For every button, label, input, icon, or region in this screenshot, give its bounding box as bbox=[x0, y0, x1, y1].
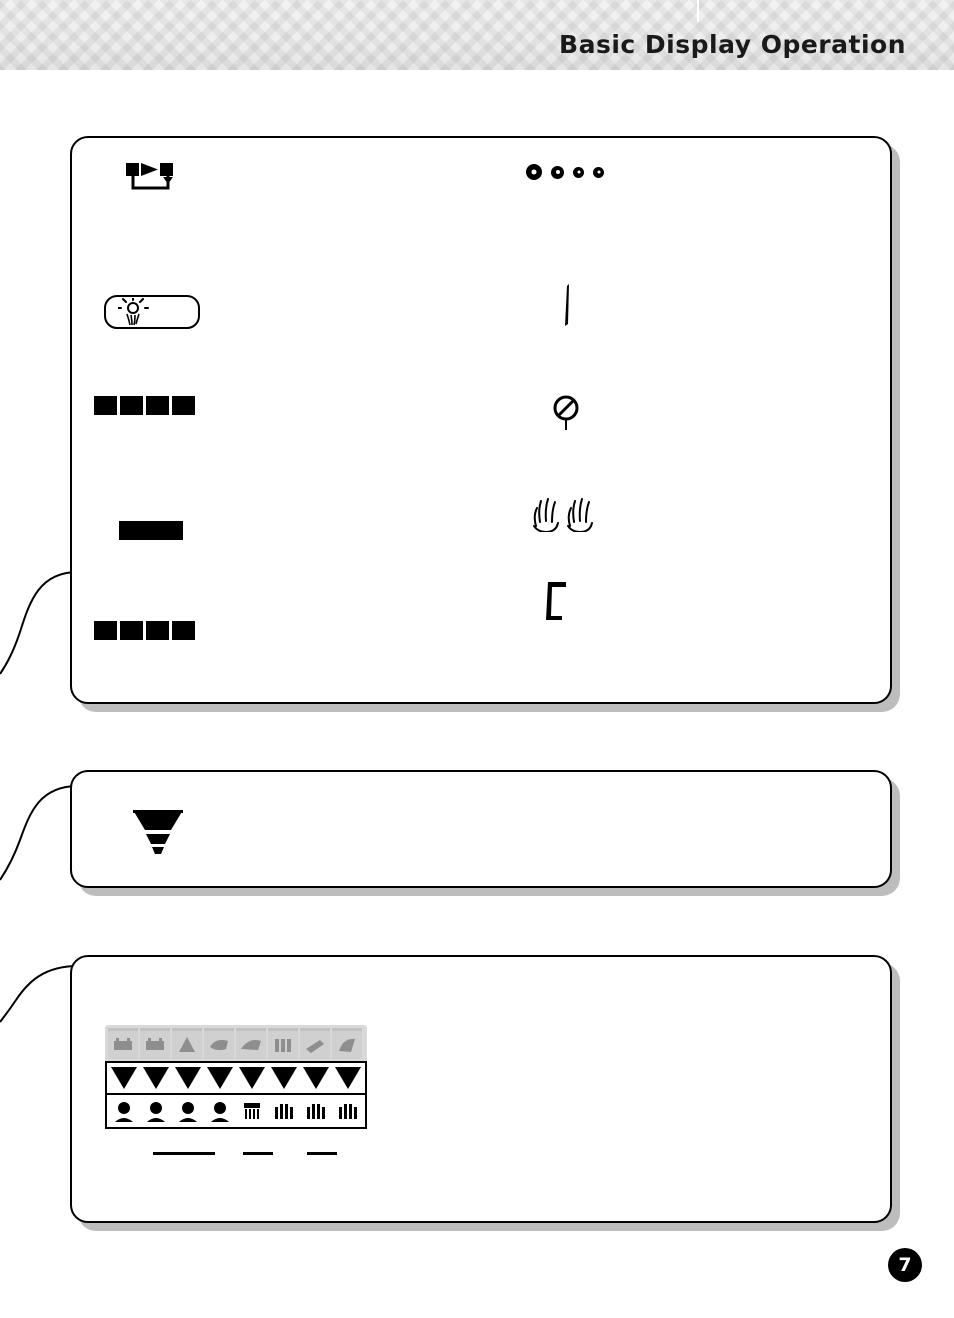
grid-header-cell bbox=[140, 1028, 170, 1059]
lcd-segment bbox=[172, 396, 195, 415]
lcd-segment bbox=[120, 621, 143, 640]
lcd-segment bbox=[94, 621, 117, 640]
grid-header-cell bbox=[300, 1028, 330, 1059]
callout-curve-top bbox=[0, 571, 79, 675]
grid-header-cell bbox=[108, 1028, 138, 1059]
dot-small bbox=[573, 166, 584, 178]
bracket-c-glyph bbox=[540, 578, 572, 629]
grid-middle-cell bbox=[237, 1065, 267, 1091]
grid-header-cell bbox=[236, 1028, 266, 1059]
grid-bottom-cell bbox=[301, 1097, 331, 1125]
grid-bottom-cell bbox=[237, 1097, 267, 1125]
grid-header-cell bbox=[268, 1028, 298, 1059]
grid-middle-cell bbox=[109, 1065, 139, 1091]
lcd-segment bbox=[172, 621, 195, 640]
lighted-key-glyph bbox=[117, 296, 158, 333]
lcd-segment bbox=[94, 396, 117, 415]
grid-header-cell bbox=[204, 1028, 234, 1059]
trapezoid-bar bbox=[335, 1067, 361, 1089]
funnel-panel bbox=[70, 770, 892, 888]
trapezoid-bar bbox=[207, 1067, 233, 1089]
grid-middle-cell bbox=[205, 1065, 235, 1091]
lcd-four-block-icon-2 bbox=[94, 621, 195, 640]
repeat-icon bbox=[124, 160, 180, 194]
trapezoid-bar bbox=[175, 1067, 201, 1089]
grid-middle-cell bbox=[301, 1065, 331, 1091]
page-number-badge: 7 bbox=[888, 1248, 922, 1282]
grid-middle-cell bbox=[333, 1065, 363, 1091]
grid-bottom-cell bbox=[141, 1097, 171, 1125]
trapezoid-bar bbox=[111, 1067, 137, 1089]
dot-medium bbox=[551, 165, 564, 179]
grid-middle-cell bbox=[141, 1065, 171, 1091]
trapezoid-bar bbox=[303, 1067, 329, 1089]
grid-underline-3 bbox=[307, 1152, 337, 1155]
numeral-one-glyph bbox=[556, 282, 580, 333]
trapezoid-bar bbox=[239, 1067, 265, 1089]
page-title: Basic Display Operation bbox=[559, 30, 906, 59]
grid-middle-cell bbox=[173, 1065, 203, 1091]
grid-bottom-row bbox=[105, 1093, 367, 1129]
lcd-four-block-icon bbox=[94, 396, 195, 415]
lcd-wide-block-icon bbox=[119, 521, 183, 540]
page-header-band: Basic Display Operation bbox=[0, 0, 954, 74]
grid-middle-row bbox=[105, 1061, 367, 1093]
grid-bottom-cell bbox=[269, 1097, 299, 1125]
two-hands-glyph bbox=[530, 492, 600, 537]
grid-header-cell bbox=[332, 1028, 362, 1059]
display-indicators-panel bbox=[70, 136, 892, 704]
callout-curve-middle bbox=[0, 785, 79, 881]
trapezoid-bar bbox=[271, 1067, 297, 1089]
lcd-segment bbox=[120, 396, 143, 415]
grid-header-cell bbox=[172, 1028, 202, 1059]
no-entry-glyph bbox=[551, 394, 581, 439]
grid-bottom-cell bbox=[333, 1097, 363, 1125]
grid-header-row bbox=[105, 1025, 367, 1061]
grid-middle-cell bbox=[269, 1065, 299, 1091]
header-divider bbox=[697, 0, 699, 22]
grid-underline-1 bbox=[153, 1152, 215, 1155]
grid-bottom-cell bbox=[205, 1097, 235, 1125]
voice-style-grid bbox=[105, 1025, 367, 1129]
dot-small-2 bbox=[593, 166, 604, 178]
four-dot-indicator bbox=[526, 164, 604, 180]
lcd-segment bbox=[146, 396, 169, 415]
dot-large bbox=[526, 164, 542, 180]
grid-bottom-cell bbox=[109, 1097, 139, 1125]
trapezoid-bar bbox=[143, 1067, 169, 1089]
lcd-segment bbox=[146, 621, 169, 640]
grid-underline-2 bbox=[243, 1152, 273, 1155]
callout-curve-bottom bbox=[0, 965, 79, 1023]
grid-bottom-cell bbox=[173, 1097, 203, 1125]
funnel-icon bbox=[131, 808, 185, 863]
